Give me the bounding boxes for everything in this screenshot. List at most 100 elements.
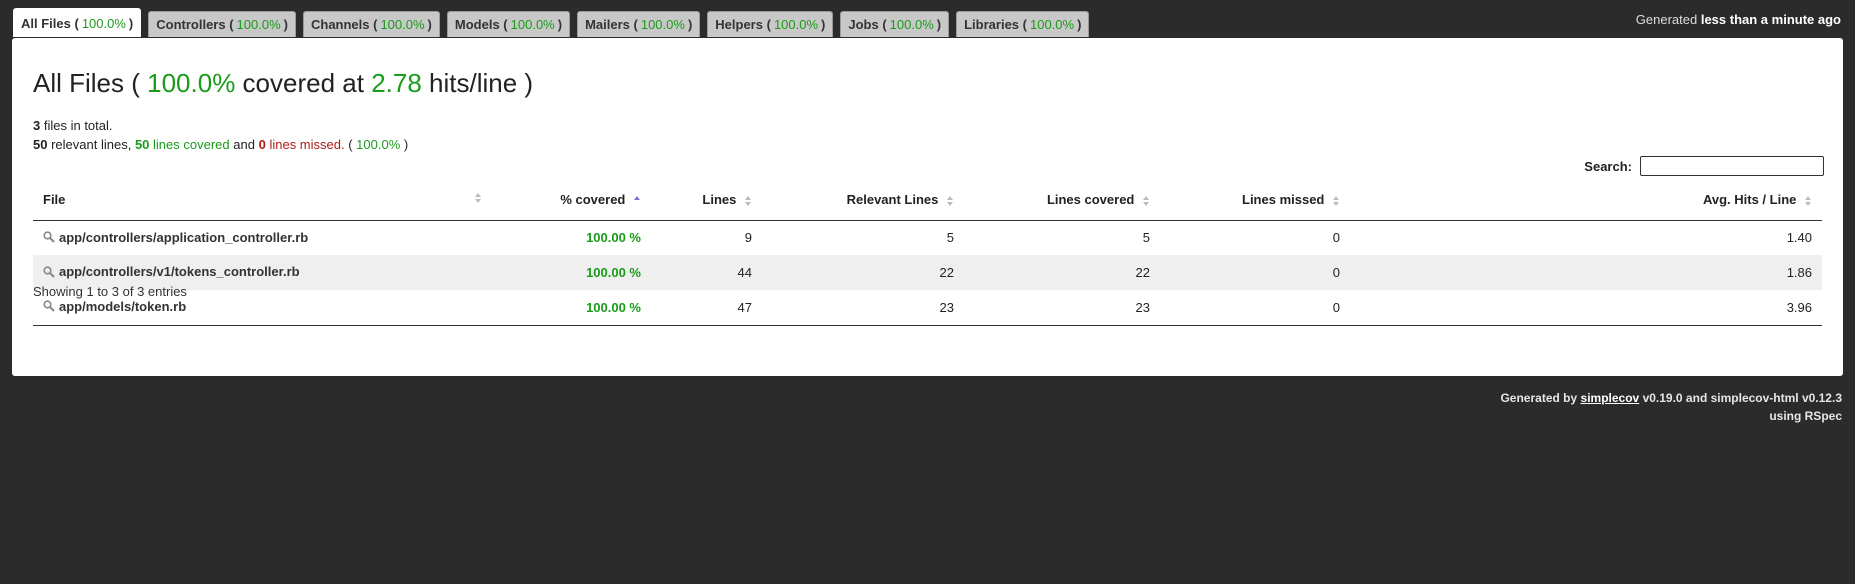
tab-label: Helpers [715,17,763,32]
tab-helpers[interactable]: Helpers (100.0%) [707,11,834,37]
file-link[interactable]: app/controllers/v1/tokens_controller.rb [59,264,300,279]
sort-icon [474,192,482,204]
tab-channels[interactable]: Channels (100.0%) [302,11,440,37]
tab-bar: All Files (100.0%) Controllers (100.0%) … [13,8,1096,37]
relevant-text: relevant lines, [51,137,132,152]
header-label: Lines missed [1242,192,1325,208]
search-box: Search: [1584,156,1824,176]
lines-missed-cell: 0 [1160,255,1350,290]
tab-mailers[interactable]: Mailers (100.0%) [577,11,701,37]
summary-pct: 100.0% [356,137,401,152]
covered-count: 50 [134,137,150,152]
covered-text: lines covered [153,137,230,152]
files-table: File % covered Lines Relevant Lines Line… [33,180,1822,326]
generated-timestamp: Generated less than a minute ago [1636,12,1841,27]
sort-icon [744,195,752,207]
files-total-count: 3 [33,118,41,133]
column-header-relevant-lines[interactable]: Relevant Lines [762,180,964,221]
files-total-text: files in total. [43,118,113,133]
header-label: Lines [702,192,737,208]
table-row: app/controllers/application_controller.r… [33,220,1822,255]
tab-label: Jobs [848,17,879,32]
avg-hits-cell: 3.96 [1350,290,1822,326]
title-covered-at: covered at [242,68,364,98]
tab-label: Mailers [585,17,630,32]
tab-pct: 100.0% [236,17,281,32]
tab-all-files[interactable]: All Files (100.0%) [13,8,142,37]
tab-pct: 100.0% [640,17,685,32]
tab-label: Models [454,17,500,32]
column-header-lines-covered[interactable]: Lines covered [964,180,1160,221]
lines-missed-cell: 0 [1160,290,1350,326]
sort-ascending-icon [633,195,641,207]
tab-label: All Files [21,15,71,31]
lines-summary-line: 50 relevant lines, 50 lines covered and … [33,137,409,152]
coverage-summary: 3 files in total. 50 relevant lines, 50 … [33,116,408,154]
lines-cell: 47 [651,290,762,326]
relevant-lines-cell: 23 [762,290,964,326]
lines-covered-cell: 5 [1142,230,1150,246]
column-header-file[interactable]: File [33,180,492,221]
relevant-lines-cell: 22 [762,255,964,290]
footer-versions: v0.19.0 and simplecov-html v0.12.3 [1642,391,1842,405]
sort-icon [1142,195,1150,207]
relevant-count: 50 [33,137,48,152]
main-panel: All Files ( 100.0% covered at 2.78 hits/… [12,38,1843,376]
footer-line-2: using RSpec [1769,409,1842,423]
covered-cell: 100.00 % [492,290,651,326]
covered-cell: 100.00 % [586,230,641,246]
header-label: % covered [560,192,626,208]
page-title: All Files ( 100.0% covered at 2.78 hits/… [33,68,534,98]
relevant-lines-cell: 5 [946,230,954,246]
tab-pct: 100.0% [889,17,934,32]
title-unit: hits/line [429,68,518,98]
sort-icon [946,195,954,207]
lines-cell: 9 [744,230,752,246]
tab-models[interactable]: Models (100.0%) [446,11,571,37]
missed-text: lines missed. [269,137,345,152]
table-header-row: File % covered Lines Relevant Lines Line… [33,180,1822,221]
magnifier-icon [43,265,55,281]
tab-jobs[interactable]: Jobs (100.0%) [840,11,950,37]
files-total-line: 3 files in total. [33,116,408,135]
avg-hits-cell: 1.40 [1786,230,1812,246]
tab-label: Channels [310,17,370,32]
sort-icon [1332,195,1340,207]
tab-pct: 100.0% [1029,17,1075,32]
search-input[interactable] [1640,156,1824,176]
tab-pct: 100.0% [510,17,555,32]
missed-count: 0 [258,137,266,152]
header-label: Relevant Lines [846,192,939,208]
lines-missed-cell: 0 [1332,230,1340,246]
file-cell[interactable]: app/controllers/application_controller.r… [33,220,492,255]
generated-when: less than a minute ago [1700,12,1841,27]
title-hits: 2.78 [371,68,422,98]
tab-pct: 100.0% [81,15,126,31]
footer-line-1: Generated by simplecov v0.19.0 and simpl… [1500,389,1842,407]
lines-covered-cell: 23 [964,290,1160,326]
header-label: Avg. Hits / Line [1702,192,1797,208]
tab-label: Libraries [964,17,1020,32]
title-name: All Files [33,68,125,98]
simplecov-link[interactable]: simplecov [1581,391,1640,405]
column-header-lines[interactable]: Lines [651,180,762,221]
avg-hits-cell: 1.86 [1350,255,1822,290]
entries-info: Showing 1 to 3 of 3 entries [33,284,187,299]
and-text: and [233,137,255,152]
file-link[interactable]: app/controllers/application_controller.r… [59,230,308,245]
file-link[interactable]: app/models/token.rb [59,299,186,314]
tab-controllers[interactable]: Controllers (100.0%) [148,11,296,37]
covered-cell: 100.00 % [492,255,651,290]
generated-prefix: Generated [1635,12,1698,27]
column-header-avg-hits[interactable]: Avg. Hits / Line [1350,180,1822,221]
lines-covered-cell: 22 [964,255,1160,290]
magnifier-icon [43,231,55,246]
tab-pct: 100.0% [773,17,819,32]
magnifier-icon [43,300,55,315]
lines-cell: 44 [651,255,762,290]
tab-pct: 100.0% [380,17,425,32]
column-header-lines-missed[interactable]: Lines missed [1160,180,1350,221]
tab-libraries[interactable]: Libraries (100.0%) [956,11,1090,37]
footer-prefix: Generated by [1500,391,1578,405]
column-header-covered[interactable]: % covered [492,180,651,221]
